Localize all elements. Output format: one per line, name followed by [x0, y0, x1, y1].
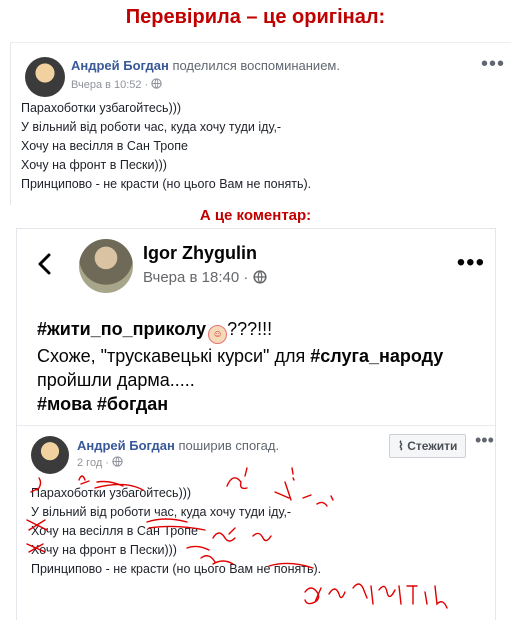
author-link[interactable]: Андрей Богдан [71, 58, 169, 73]
back-arrow-icon[interactable] [37, 251, 53, 282]
post-meta: Вчера в 18:40 · [143, 269, 267, 286]
comment-text-2: пройшли дарма..... [37, 370, 195, 390]
author-name[interactable]: Igor Zhygulin [143, 243, 257, 264]
hashtag-link[interactable]: #слуга_народу [310, 346, 443, 366]
post-line: Хочу на фронт в Пески))) [21, 158, 167, 172]
post-time[interactable]: Вчера в 10:52 · [71, 79, 148, 91]
post-header: Андрей Богдан поделился воспоминанием. [71, 58, 340, 73]
globe-icon [252, 270, 267, 284]
clown-emoji-icon: ☺ [208, 325, 228, 344]
post-text: Парахоботки узбагойтесь))) У вільний від… [21, 99, 311, 194]
comment-post-card: Igor Zhygulin Вчера в 18:40 · ••• #жити_… [16, 228, 496, 620]
comment-text: #жити_по_приколу ☺???!!! Схоже, "трускаве… [37, 317, 443, 416]
post-line: У вільний від роботи час, куда хочу туди… [21, 120, 282, 134]
avatar[interactable] [79, 239, 133, 293]
avatar[interactable] [25, 57, 65, 97]
hashtag-links[interactable]: #мова #богдан [37, 392, 443, 416]
heading-comment: А це коментар: [199, 207, 312, 224]
post-time[interactable]: Вчера в 18:40 · [143, 269, 248, 286]
comment-suffix: ???!!! [227, 319, 273, 339]
handwritten-corrections [26, 467, 448, 609]
post-line: Парахоботки узбагойтесь))) [21, 101, 182, 115]
original-post-card: Андрей Богдан поделился воспоминанием. В… [10, 42, 511, 205]
hashtag-link[interactable]: #жити_по_приколу [37, 319, 206, 339]
globe-icon [151, 78, 163, 89]
heading-original: Перевірила – це оригінал: [125, 6, 386, 28]
post-line: Принципово - не красти (но цього Вам не … [21, 177, 312, 191]
post-meta: Вчера в 10:52 · [71, 78, 163, 91]
post-line: Хочу на весілля в Сан Тропе [21, 139, 188, 153]
shared-post: Андрей Богдан поширив спогад. 2 год · ⌇ … [17, 425, 495, 620]
more-dots-icon[interactable]: ••• [481, 53, 505, 76]
more-dots-icon[interactable]: ••• [457, 249, 485, 277]
post-action: поделился воспоминанием. [172, 58, 340, 73]
comment-text-1: Схоже, "трускавецькі курси" для [37, 346, 306, 366]
